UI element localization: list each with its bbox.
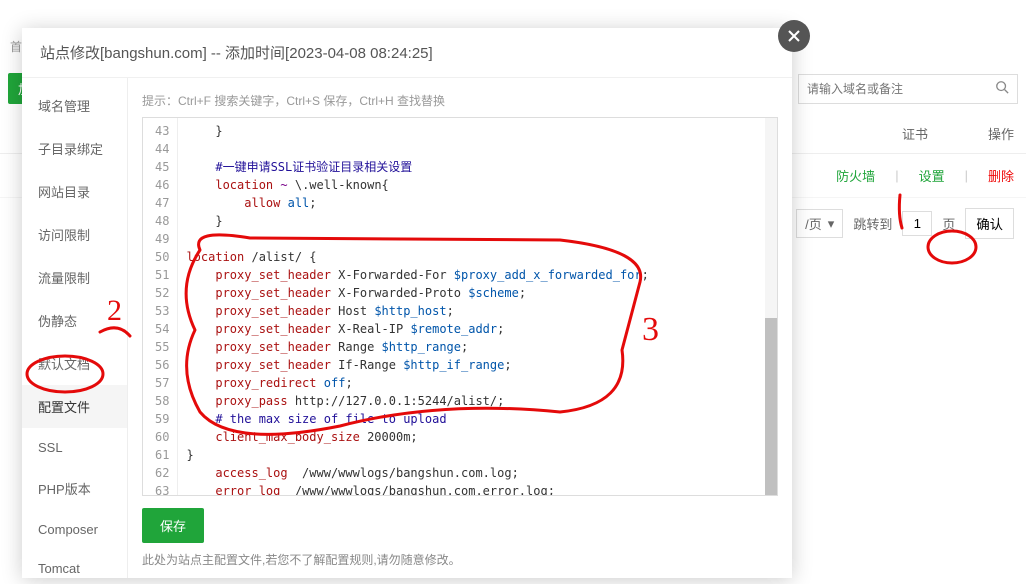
editor-code[interactable]: } #一键申请SSL证书验证目录相关设置 location ~ \.well-k… xyxy=(178,118,777,495)
editor-hint: 提示：Ctrl+F 搜索关键字，Ctrl+S 保存，Ctrl+H 查找替换 xyxy=(142,92,778,109)
site-edit-dialog: 站点修改[bangshun.com] -- 添加时间[2023-04-08 08… xyxy=(22,28,792,578)
close-icon[interactable] xyxy=(778,20,810,52)
tab-10[interactable]: Composer xyxy=(22,510,127,549)
dialog-title: 站点修改[bangshun.com] -- 添加时间[2023-04-08 08… xyxy=(22,28,792,78)
tab-7[interactable]: 配置文件 xyxy=(22,385,127,428)
dialog-tab-nav: 域名管理子目录绑定网站目录访问限制流量限制伪静态默认文档配置文件SSLPHP版本… xyxy=(22,78,128,578)
scrollbar-thumb[interactable] xyxy=(765,318,777,496)
scrollbar-track[interactable] xyxy=(765,118,777,495)
editor-gutter: 4344454647484950515253545556575859606162… xyxy=(143,118,178,495)
tab-8[interactable]: SSL xyxy=(22,428,127,467)
tab-1[interactable]: 子目录绑定 xyxy=(22,127,127,170)
tab-9[interactable]: PHP版本 xyxy=(22,467,127,510)
tab-2[interactable]: 网站目录 xyxy=(22,170,127,213)
tab-11[interactable]: Tomcat xyxy=(22,549,127,578)
save-button[interactable]: 保存 xyxy=(142,508,204,543)
footer-note: 此处为站点主配置文件,若您不了解配置规则,请勿随意修改。 xyxy=(142,551,778,578)
tab-0[interactable]: 域名管理 xyxy=(22,84,127,127)
tab-5[interactable]: 伪静态 xyxy=(22,299,127,342)
tab-3[interactable]: 访问限制 xyxy=(22,213,127,256)
code-editor[interactable]: 4344454647484950515253545556575859606162… xyxy=(142,117,778,496)
tab-4[interactable]: 流量限制 xyxy=(22,256,127,299)
tab-6[interactable]: 默认文档 xyxy=(22,342,127,385)
config-file-panel: 提示：Ctrl+F 搜索关键字，Ctrl+S 保存，Ctrl+H 查找替换 43… xyxy=(128,78,792,578)
